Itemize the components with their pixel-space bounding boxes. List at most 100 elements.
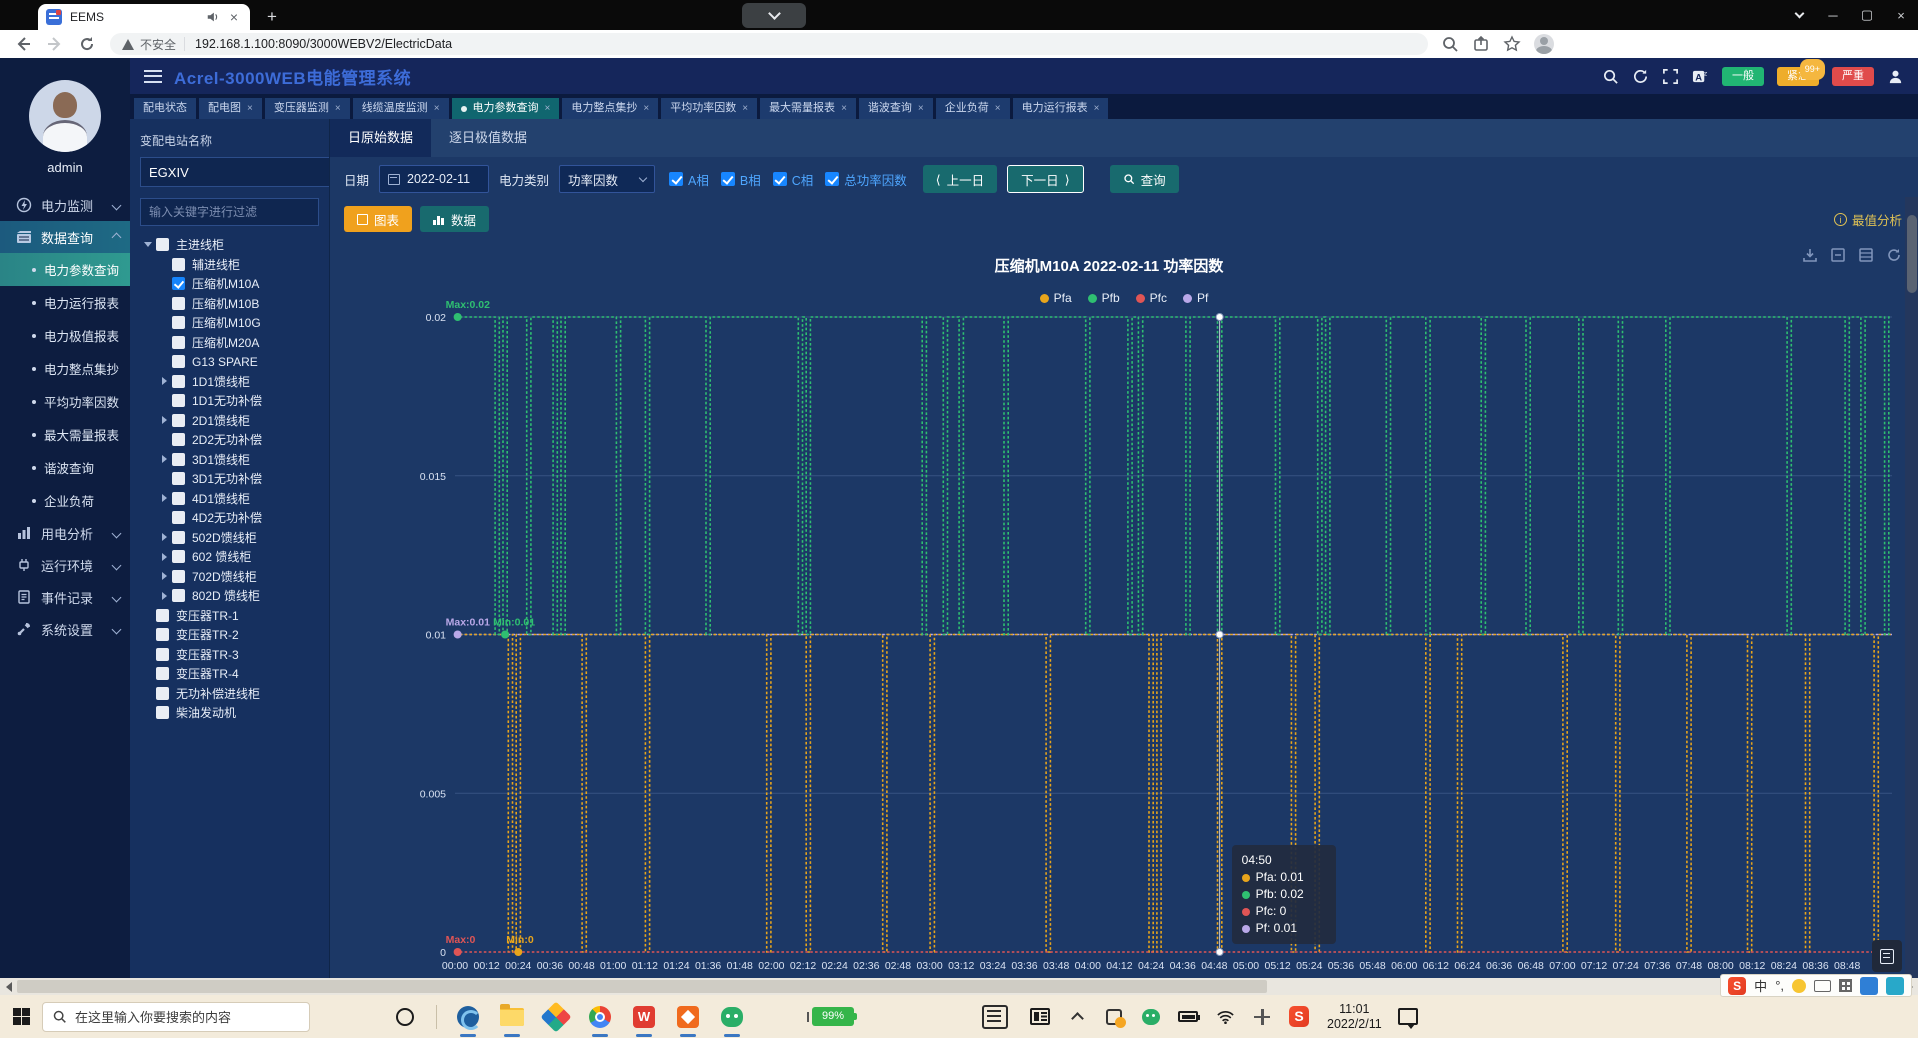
ime-punctuation-indicator[interactable]: °, <box>1775 978 1784 993</box>
sidebar-subitem[interactable]: 企业负荷 <box>0 484 130 517</box>
sidebar-item-3[interactable]: 用电分析 <box>0 517 130 549</box>
tree-node[interactable]: 柴油发动机 <box>140 703 319 723</box>
tree-node[interactable]: 压缩机M10A <box>140 274 319 294</box>
security-label[interactable]: 不安全 <box>140 36 176 53</box>
back-icon[interactable] <box>14 35 32 53</box>
url-omnibox[interactable]: 不安全 192.168.1.100:8090/3000WEBV2/Electri… <box>110 33 1428 55</box>
category-select[interactable]: 功率因数 <box>559 165 655 193</box>
tree-node[interactable]: G13 SPARE <box>140 352 319 372</box>
blue-shield-icon[interactable] <box>1860 977 1878 995</box>
powerfactor-line-chart[interactable]: 00.0050.010.0150.0200:0000:1200:2400:360… <box>330 237 1905 978</box>
reload-icon[interactable] <box>78 35 96 53</box>
tab-close-icon[interactable]: × <box>1094 98 1100 119</box>
tree-node[interactable]: 压缩机M20A <box>140 333 319 353</box>
tree-node[interactable]: 3D1馈线柜 <box>140 450 319 470</box>
tree-checkbox[interactable] <box>172 394 185 407</box>
page-tab[interactable]: 配电状态 <box>134 98 196 119</box>
tree-checkbox[interactable] <box>156 628 169 641</box>
cortana-ring-icon[interactable] <box>392 1004 418 1030</box>
page-tab[interactable]: 电力整点集抄× <box>562 98 658 119</box>
tab-close-icon[interactable]: × <box>643 98 649 119</box>
tree-checkbox[interactable] <box>172 355 185 368</box>
user-icon[interactable] <box>1887 68 1904 85</box>
page-tab[interactable]: 线缆温度监测× <box>353 98 449 119</box>
sidebar-item-1[interactable]: 电力监测 <box>0 189 130 221</box>
tree-expand-arrow[interactable] <box>158 572 170 580</box>
keyboard-icon[interactable] <box>1814 980 1831 992</box>
teal-tile-icon[interactable] <box>1886 977 1904 995</box>
horizontal-scroll-thumb[interactable] <box>17 980 1267 993</box>
notification-icon[interactable] <box>1398 1008 1418 1025</box>
query-button[interactable]: 查询 <box>1110 165 1179 193</box>
tab-close-icon[interactable]: × <box>841 98 847 119</box>
tab-close-icon[interactable]: × <box>995 98 1001 119</box>
prev-day-button[interactable]: ⟨ 上一日 <box>923 165 997 193</box>
new-tab-button[interactable]: + <box>262 7 282 27</box>
tree-node[interactable]: 变压器TR-2 <box>140 625 319 645</box>
forward-icon[interactable] <box>46 35 64 53</box>
menu-icon[interactable] <box>144 70 162 83</box>
sidebar-subitem[interactable]: 电力整点集抄 <box>0 352 130 385</box>
explorer-folder-icon[interactable] <box>499 1004 525 1030</box>
tab-close-icon[interactable]: × <box>742 98 748 119</box>
windows-start-icon[interactable] <box>13 1008 30 1025</box>
media-dropdown-button[interactable] <box>742 3 806 28</box>
widgets-icon[interactable] <box>1030 1007 1050 1027</box>
tree-expand-arrow[interactable] <box>158 553 170 561</box>
tree-checkbox[interactable] <box>172 375 185 388</box>
wifi-icon[interactable] <box>1215 1007 1235 1027</box>
tree-node[interactable]: 802D 馈线柜 <box>140 586 319 606</box>
tree-checkbox[interactable] <box>156 609 169 622</box>
search-icon[interactable] <box>1602 68 1619 85</box>
tree-node[interactable]: 4D2无功补偿 <box>140 508 319 528</box>
page-tab[interactable]: 电力参数查询× <box>452 98 560 119</box>
ime-language-indicator[interactable]: 中 <box>1754 976 1767 995</box>
tab-close-icon[interactable]: × <box>918 98 924 119</box>
taskbar-clock[interactable]: 11:01 2022/2/11 <box>1327 1002 1382 1032</box>
url-text[interactable]: 192.168.1.100:8090/3000WEBV2/ElectricDat… <box>195 37 452 51</box>
taskbar-search-box[interactable]: 在这里输入你要搜索的内容 <box>42 1002 310 1032</box>
sogou-icon[interactable]: S <box>1289 1007 1309 1027</box>
grid-icon[interactable] <box>1839 979 1852 992</box>
tree-node[interactable]: 变压器TR-1 <box>140 606 319 626</box>
scroll-left-arrow[interactable] <box>0 978 17 995</box>
wechat-tray-icon[interactable] <box>1141 1007 1161 1027</box>
sidebar-subitem[interactable]: 平均功率因数 <box>0 385 130 418</box>
open-app-window-icon[interactable] <box>982 1005 1008 1029</box>
tree-checkbox[interactable] <box>172 453 185 466</box>
battery-icon[interactable] <box>1178 1007 1198 1027</box>
tab-close-icon[interactable]: × <box>247 98 253 119</box>
tree-expand-arrow[interactable] <box>158 533 170 541</box>
tree-checkbox[interactable] <box>172 472 185 485</box>
page-tab[interactable]: 配电图× <box>199 98 262 119</box>
tree-checkbox[interactable] <box>172 550 185 563</box>
tree-node[interactable]: 1D1馈线柜 <box>140 372 319 392</box>
tree-node[interactable]: 2D2无功补偿 <box>140 430 319 450</box>
tree-checkbox[interactable] <box>172 414 185 427</box>
tree-checkbox[interactable] <box>156 687 169 700</box>
tab-audio-icon[interactable] <box>206 10 220 24</box>
data-view-button[interactable]: 数据 <box>420 206 489 232</box>
battery-percent-widget[interactable]: 99% <box>803 1007 854 1026</box>
page-tab[interactable]: 最大需量报表× <box>760 98 856 119</box>
tab-close-icon[interactable]: × <box>434 98 440 119</box>
alarm-general-button[interactable]: 一般 <box>1722 67 1764 86</box>
alarm-urgent-button[interactable]: 紧急99+ <box>1777 67 1819 86</box>
tree-expand-arrow[interactable] <box>158 416 170 424</box>
tab-search-button[interactable] <box>1782 0 1816 30</box>
tree-checkbox[interactable] <box>156 667 169 680</box>
date-input[interactable]: 2022-02-11 <box>379 165 489 193</box>
tree-checkbox[interactable] <box>172 511 185 524</box>
tree-checkbox[interactable] <box>172 316 185 329</box>
tree-node[interactable]: 2D1馈线柜 <box>140 411 319 431</box>
chart-view-button[interactable]: 图表 <box>344 206 412 232</box>
tab-close-icon[interactable]: × <box>335 98 341 119</box>
tree-node[interactable]: 压缩机M10B <box>140 294 319 314</box>
max-analysis-link[interactable]: i最值分析 <box>1834 210 1902 229</box>
tree-checkbox[interactable] <box>172 336 185 349</box>
tree-expand-arrow[interactable] <box>158 592 170 600</box>
tree-expand-arrow[interactable] <box>158 455 170 463</box>
tree-node[interactable]: 702D馈线柜 <box>140 567 319 587</box>
tree-checkbox[interactable] <box>172 297 185 310</box>
close-button[interactable]: × <box>1884 0 1918 30</box>
